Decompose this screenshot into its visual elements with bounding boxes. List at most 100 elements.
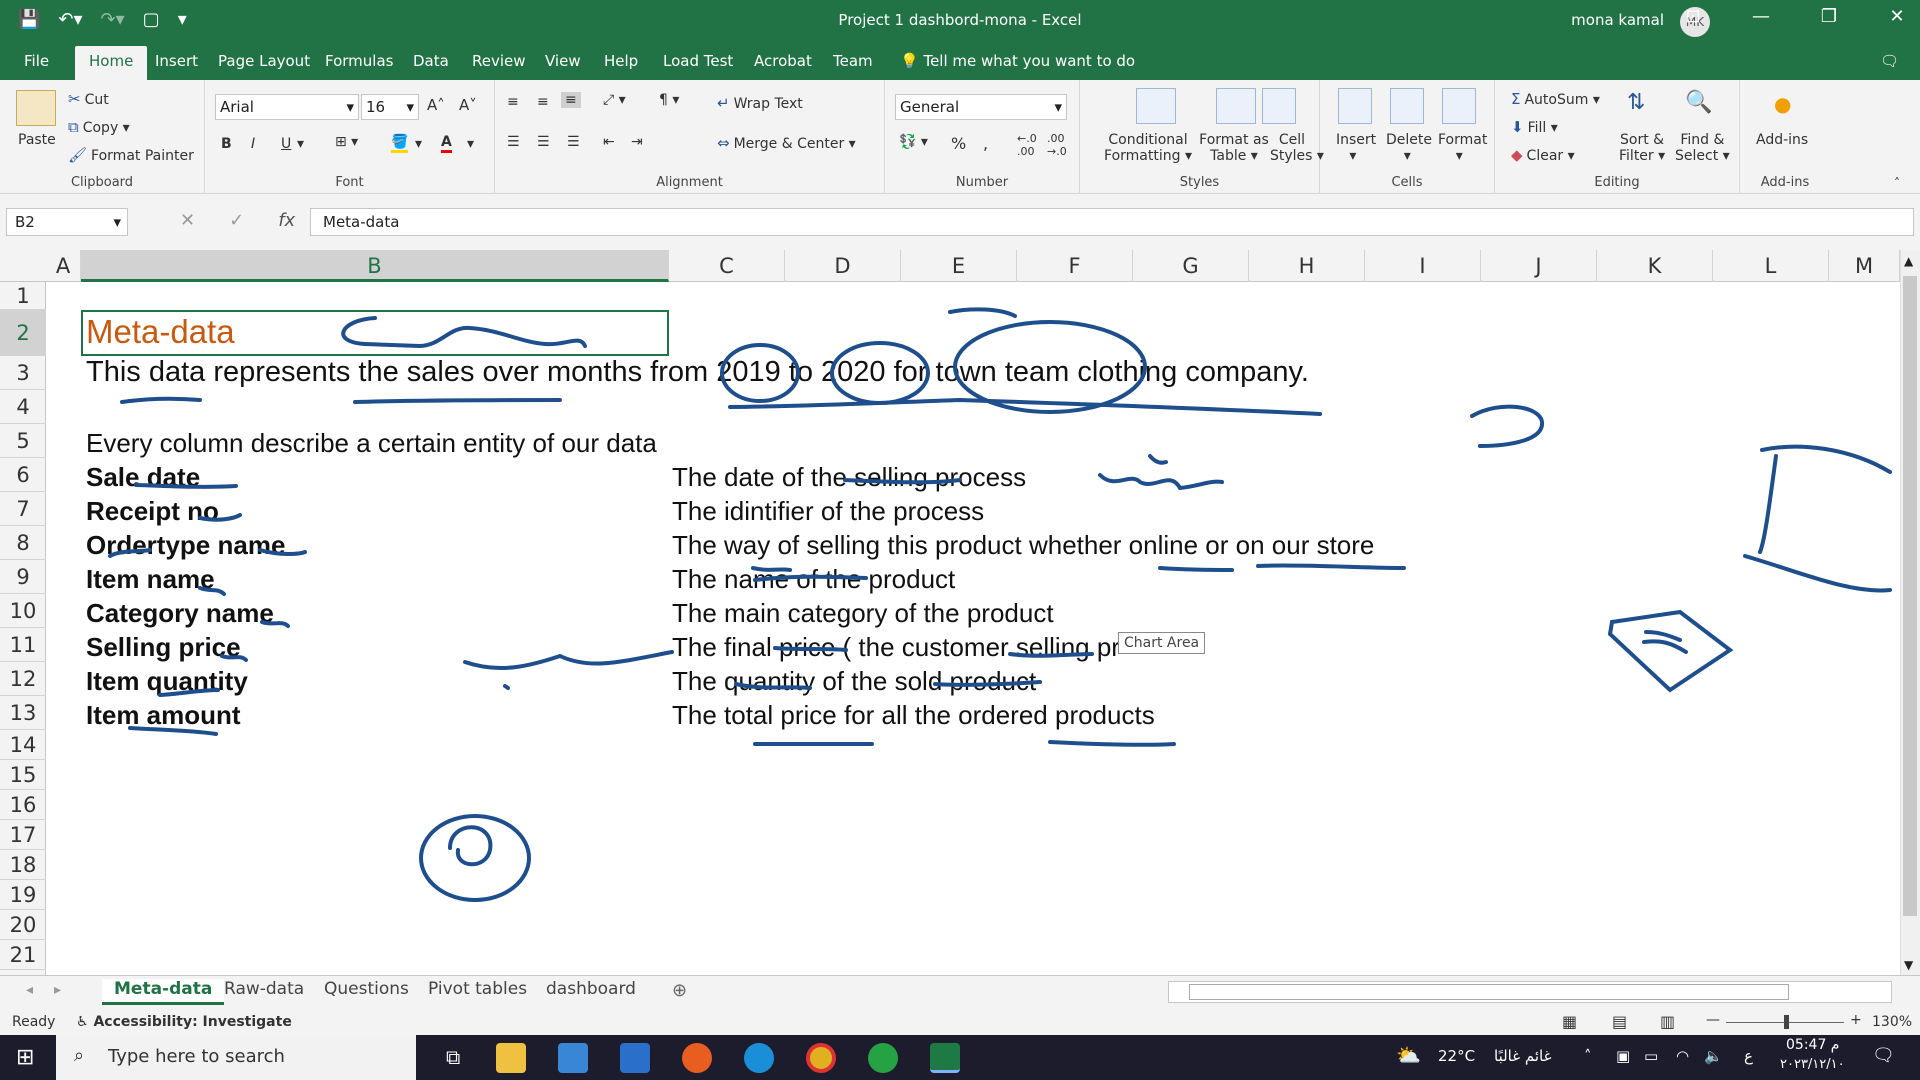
cell-b3[interactable]: This data represents the sales over mont… — [86, 356, 1309, 389]
column-header[interactable]: G — [1133, 250, 1249, 282]
row-header[interactable]: 4 — [0, 390, 46, 424]
format-as-table-icon[interactable] — [1216, 88, 1256, 124]
percent-button[interactable]: % — [951, 134, 966, 153]
row-header[interactable]: 13 — [0, 696, 46, 730]
number-format-select[interactable]: General ▾ — [895, 94, 1067, 120]
column-header[interactable]: K — [1597, 250, 1713, 282]
cell-b5[interactable]: Every column describe a certain entity o… — [86, 428, 657, 459]
battery-icon[interactable]: ▭ — [1644, 1047, 1658, 1065]
field-desc-cell[interactable]: The way of selling this product whether … — [672, 530, 1374, 561]
format-as-table-button[interactable]: Format as Table ▾ — [1198, 132, 1270, 164]
font-name-select[interactable]: Arial ▾ — [215, 94, 359, 120]
find-select-button[interactable]: Find & Select ▾ — [1675, 132, 1730, 164]
field-name-cell[interactable]: Item name — [86, 564, 215, 595]
row-header[interactable]: 3 — [0, 356, 46, 390]
copy-button[interactable]: ⧉ Copy ▾ — [68, 118, 130, 136]
normal-view-icon[interactable]: ▦ — [1562, 1012, 1577, 1031]
row-header[interactable]: 5 — [0, 424, 46, 458]
align-bottom-icon[interactable]: ≡ — [561, 92, 581, 108]
ribbon-display-icon[interactable]: ⊡ — [1680, 6, 1706, 27]
underline-button[interactable]: U — [281, 136, 291, 152]
row-header[interactable]: 21 — [0, 940, 46, 970]
row-header[interactable]: 2 — [0, 310, 46, 356]
weather-temp[interactable]: 22°C — [1438, 1047, 1475, 1065]
row-header[interactable]: 17 — [0, 820, 46, 850]
shrink-font-icon[interactable]: A˅ — [459, 96, 477, 114]
format-cells-icon[interactable] — [1442, 88, 1476, 124]
scroll-thumb[interactable] — [1189, 984, 1789, 1000]
increase-decimal-icon[interactable]: ←.0.00 — [1017, 132, 1037, 158]
row-header[interactable]: 20 — [0, 910, 46, 940]
row-header[interactable]: 7 — [0, 492, 46, 526]
row-header[interactable]: 16 — [0, 790, 46, 820]
sort-filter-button[interactable]: Sort & Filter ▾ — [1619, 132, 1665, 164]
row-header[interactable]: 11 — [0, 628, 46, 662]
find-select-icon[interactable]: 🔍 — [1685, 90, 1712, 115]
enter-icon[interactable]: ✓ — [229, 210, 244, 231]
minimize-button[interactable]: — — [1748, 6, 1774, 27]
paste-button[interactable]: Paste — [18, 132, 56, 148]
next-sheet-icon[interactable]: ▸ — [54, 982, 61, 998]
column-header[interactable]: D — [785, 250, 901, 282]
scroll-down-icon[interactable]: ▼ — [1904, 958, 1913, 972]
cell-styles-icon[interactable] — [1262, 88, 1296, 124]
bold-button[interactable]: B — [221, 136, 232, 152]
accounting-icon[interactable]: 💱 ▾ — [899, 134, 928, 150]
tab-insert[interactable]: Insert — [155, 52, 198, 70]
row-header[interactable]: 15 — [0, 760, 46, 790]
wifi-icon[interactable]: ◠ — [1676, 1047, 1689, 1065]
column-header[interactable]: J — [1481, 250, 1597, 282]
column-header[interactable]: H — [1249, 250, 1365, 282]
task-view-icon[interactable]: ⧉ — [446, 1045, 460, 1069]
close-button[interactable]: ✕ — [1884, 6, 1910, 27]
zoom-in-icon[interactable]: + — [1850, 1012, 1862, 1028]
field-name-cell[interactable]: Item amount — [86, 700, 241, 731]
align-top-icon[interactable]: ≡ — [507, 94, 519, 110]
tab-load-test[interactable]: Load Test — [663, 52, 733, 70]
page-layout-view-icon[interactable]: ▤ — [1612, 1012, 1627, 1031]
insert-function-icon[interactable]: fx — [278, 210, 295, 231]
field-name-cell[interactable]: Ordertype name — [86, 530, 285, 561]
cut-button[interactable]: ✂ Cut — [68, 90, 109, 108]
clock-date[interactable]: ٢٠٢٣/١٢/١٠ — [1780, 1057, 1845, 1072]
tab-view[interactable]: View — [545, 52, 581, 70]
align-left-icon[interactable]: ☰ — [507, 134, 520, 150]
font-color-dropdown-icon[interactable]: ▾ — [467, 136, 474, 152]
wrap-text-button[interactable]: ↵ Wrap Text — [717, 94, 803, 112]
file-explorer-icon[interactable] — [496, 1043, 526, 1073]
sort-filter-icon[interactable]: ⇅ — [1627, 90, 1645, 115]
field-desc-cell[interactable]: The idintifier of the process — [672, 496, 984, 527]
align-right-icon[interactable]: ☰ — [567, 134, 580, 150]
cell-styles-button[interactable]: Cell Styles ▾ — [1270, 132, 1324, 164]
tab-formulas[interactable]: Formulas — [325, 52, 393, 70]
underline-dropdown-icon[interactable]: ▾ — [297, 136, 304, 152]
row-header[interactable]: 12 — [0, 662, 46, 696]
zoom-level[interactable]: 130% — [1872, 1014, 1912, 1030]
grow-font-icon[interactable]: A˄ — [427, 96, 445, 114]
sheet-tab-pivot-tables[interactable]: Pivot tables — [416, 979, 539, 999]
zoom-thumb[interactable] — [1784, 1015, 1789, 1029]
sheet-tab-meta-data[interactable]: Meta-data — [102, 979, 225, 1005]
decrease-decimal-icon[interactable]: .00 →.0 — [1047, 132, 1067, 158]
orientation-icon[interactable]: ⤢ ▾ — [603, 92, 626, 108]
weather-text[interactable]: غائم غالبًا — [1494, 1047, 1551, 1065]
font-color-icon[interactable]: A — [441, 134, 452, 153]
language-indicator[interactable]: ع — [1744, 1047, 1753, 1065]
addins-button[interactable]: Add-ins — [1756, 132, 1808, 148]
edge-icon[interactable] — [744, 1043, 774, 1073]
scroll-up-icon[interactable]: ▲ — [1904, 254, 1913, 268]
column-header[interactable]: L — [1713, 250, 1829, 282]
decrease-indent-icon[interactable]: ⇤ — [603, 134, 615, 150]
taskbar-search[interactable]: ⌕ Type here to search — [56, 1035, 416, 1080]
field-name-cell[interactable]: Receipt no — [86, 496, 219, 527]
increase-indent-icon[interactable]: ⇥ — [631, 134, 643, 150]
firefox-icon[interactable] — [682, 1043, 712, 1073]
tab-acrobat[interactable]: Acrobat — [754, 52, 812, 70]
comments-icon[interactable]: 🗨 — [1880, 52, 1899, 70]
prev-sheet-icon[interactable]: ◂ — [26, 982, 33, 998]
accessibility-status[interactable]: ♿ Accessibility: Investigate — [76, 1014, 292, 1030]
tray-chevron-icon[interactable]: ˄ — [1584, 1047, 1592, 1065]
sheet-tab-raw-data[interactable]: Raw-data — [212, 979, 316, 999]
add-sheet-icon[interactable]: ⊕ — [672, 980, 687, 1001]
row-header[interactable]: 18 — [0, 850, 46, 880]
